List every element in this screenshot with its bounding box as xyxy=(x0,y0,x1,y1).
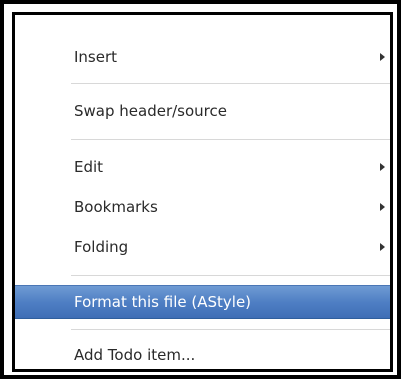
menu-item-swap-header-source[interactable]: Swap header/source xyxy=(15,95,390,127)
submenu-arrow-icon xyxy=(380,163,385,171)
menu-item-folding[interactable]: Folding xyxy=(15,231,390,263)
menu-item-format-file-astyle[interactable]: Format this file (AStyle) xyxy=(15,285,390,319)
menu-item-label: Add Todo item... xyxy=(74,346,196,364)
menu-item-insert[interactable]: Insert xyxy=(15,41,390,73)
menu-separator xyxy=(71,329,390,330)
menu-item-add-todo[interactable]: Add Todo item... xyxy=(15,339,390,371)
menu-item-label: Folding xyxy=(74,238,129,256)
submenu-arrow-icon xyxy=(380,243,385,251)
menu-item-edit[interactable]: Edit xyxy=(15,151,390,183)
context-menu: Insert Swap header/source Edit Bookmarks… xyxy=(12,12,393,372)
menu-item-label: Bookmarks xyxy=(74,198,158,216)
menu-item-label: Swap header/source xyxy=(74,102,227,120)
submenu-arrow-icon xyxy=(380,53,385,61)
submenu-arrow-icon xyxy=(380,203,385,211)
menu-item-label: Format this file (AStyle) xyxy=(74,293,252,311)
menu-separator xyxy=(71,275,390,276)
screenshot-frame: Insert Swap header/source Edit Bookmarks… xyxy=(0,0,401,379)
menu-item-bookmarks[interactable]: Bookmarks xyxy=(15,191,390,223)
menu-separator xyxy=(71,139,390,140)
menu-item-label: Insert xyxy=(74,48,118,66)
menu-separator xyxy=(71,83,390,84)
menu-item-label: Edit xyxy=(74,158,104,176)
